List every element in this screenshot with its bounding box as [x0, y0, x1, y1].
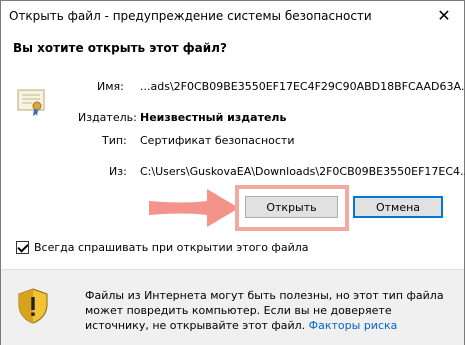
warning-text: Файлы из Интернета могут быть полезны, н… — [85, 288, 455, 333]
file-name-value: ...ads\2F0CB09BE3550EF17EC4F29C90ABD18BF… — [140, 80, 465, 93]
always-ask-label: Всегда спрашивать при открытии этого фай… — [34, 241, 309, 254]
dialog-title: Открыть файл - предупреждение системы бе… — [9, 9, 372, 23]
name-label: Имя: — [97, 80, 124, 93]
question-heading: Вы хотите открыть этот файл? — [13, 41, 227, 55]
security-warning-dialog: Открыть файл - предупреждение системы бе… — [0, 0, 465, 345]
always-ask-checkbox[interactable] — [16, 241, 29, 254]
always-ask-option[interactable]: Всегда спрашивать при открытии этого фай… — [16, 241, 309, 254]
certificate-icon — [17, 89, 45, 116]
red-arrow-icon — [149, 189, 239, 227]
security-shield-icon — [18, 288, 48, 324]
from-path-value: C:\Users\GuskovaEA\Downloads\2F0CB09BE35… — [140, 165, 465, 178]
cancel-button[interactable]: Отмена — [353, 196, 443, 218]
warning-footer: Файлы из Интернета могут быть полезны, н… — [1, 269, 464, 345]
publisher-label: Издатель: — [78, 111, 137, 124]
open-button[interactable]: Открыть — [245, 196, 338, 218]
close-icon[interactable]: ✕ — [434, 5, 454, 25]
risk-factors-link[interactable]: Факторы риска — [309, 319, 398, 332]
title-bar: Открыть файл - предупреждение системы бе… — [1, 1, 464, 31]
type-label: Тип: — [102, 134, 127, 147]
publisher-value: Неизвестный издатель — [140, 111, 287, 124]
from-label: Из: — [109, 165, 127, 178]
type-value: Сертификат безопасности — [140, 134, 295, 147]
